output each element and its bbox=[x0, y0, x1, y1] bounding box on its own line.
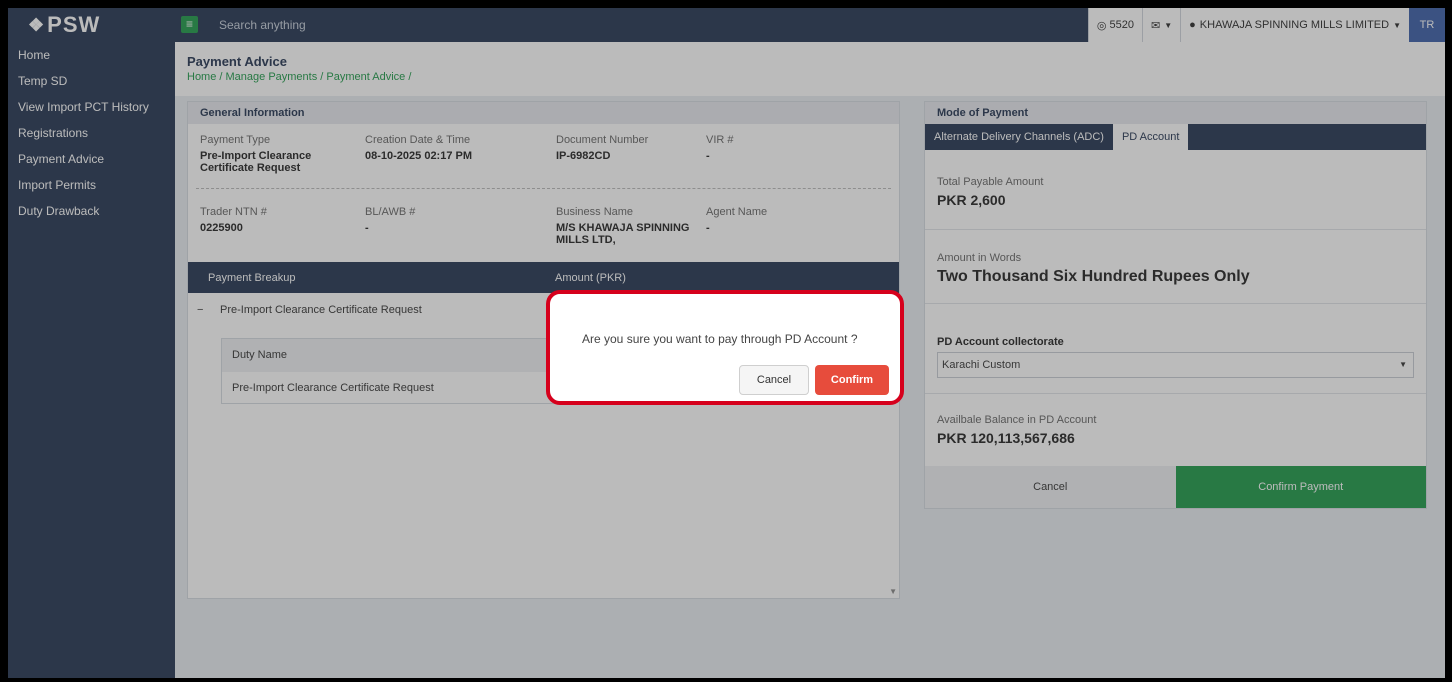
balance-section: Availbale Balance in PD Account PKR 120,… bbox=[925, 394, 1426, 468]
vir-value: - bbox=[706, 150, 710, 162]
business-name-label: Business Name bbox=[556, 206, 634, 218]
payment-type-field: Payment Type Pre-Import Clearance Certif… bbox=[200, 134, 365, 174]
document-number-value: IP-6982CD bbox=[556, 150, 611, 162]
avatar[interactable]: TR bbox=[1409, 8, 1445, 42]
trader-ntn-field: Trader NTN # 0225900 bbox=[200, 206, 365, 246]
logo-mark-icon: ❖ bbox=[28, 14, 46, 35]
payment-breakup-col: Payment Breakup bbox=[208, 272, 296, 284]
mode-of-payment-title: Mode of Payment bbox=[925, 102, 1426, 124]
points-indicator[interactable]: ◎ 5520 bbox=[1087, 8, 1142, 42]
vir-label: VIR # bbox=[706, 134, 734, 146]
amount-in-words-label: Amount in Words bbox=[937, 252, 1022, 264]
payment-footer: Cancel Confirm Payment bbox=[925, 466, 1426, 508]
payment-type-label: Payment Type bbox=[200, 134, 271, 146]
collectorate-select[interactable]: Karachi Custom ▼ bbox=[937, 352, 1414, 378]
amount-in-words-value: Two Thousand Six Hundred Rupees Only bbox=[937, 268, 1250, 285]
sidebar-item-registrations[interactable]: Registrations bbox=[8, 120, 175, 146]
payment-tabs: Alternate Delivery Channels (ADC) PD Acc… bbox=[925, 124, 1426, 150]
document-number-label: Document Number bbox=[556, 134, 649, 146]
info-row-2: Trader NTN # 0225900 BL/AWB # - Business… bbox=[200, 206, 890, 246]
company-dropdown[interactable]: ● KHAWAJA SPINNING MILLS LIMITED ▼ bbox=[1180, 8, 1409, 42]
total-payable-label: Total Payable Amount bbox=[937, 176, 1044, 188]
trader-ntn-value: 0225900 bbox=[200, 222, 243, 234]
chevron-down-icon: ▼ bbox=[1164, 20, 1173, 30]
creation-date-value: 08-10-2025 02:17 PM bbox=[365, 150, 473, 162]
total-payable-section: Total Payable Amount PKR 2,600 bbox=[925, 150, 1426, 230]
amount-col: Amount (PKR) bbox=[555, 272, 626, 284]
envelope-icon: ✉ bbox=[1151, 19, 1161, 32]
tab-adc[interactable]: Alternate Delivery Channels (ADC) bbox=[925, 124, 1113, 150]
hamburger-menu-icon[interactable]: ≡ bbox=[181, 16, 198, 33]
bl-awb-value: - bbox=[365, 222, 369, 234]
bl-awb-field: BL/AWB # - bbox=[365, 206, 556, 246]
page-title: Payment Advice bbox=[187, 54, 287, 69]
dialog-message: Are you sure you want to pay through PD … bbox=[582, 332, 858, 346]
sidebar-item-import-pct-history[interactable]: View Import PCT History bbox=[8, 94, 175, 120]
dialog-cancel-button[interactable]: Cancel bbox=[739, 365, 809, 395]
creation-date-field: Creation Date & Time 08-10-2025 02:17 PM bbox=[365, 134, 556, 174]
bl-awb-label: BL/AWB # bbox=[365, 206, 416, 218]
mode-of-payment-card: Mode of Payment Alternate Delivery Chann… bbox=[924, 101, 1427, 509]
sidebar: ❖ PSW Home Temp SD View Import PCT Histo… bbox=[8, 8, 175, 678]
breakup-row-label: Pre-Import Clearance Certificate Request bbox=[220, 304, 422, 316]
tab-pd-account[interactable]: PD Account bbox=[1112, 124, 1189, 150]
agent-name-field: Agent Name - bbox=[706, 206, 866, 246]
trader-ntn-label: Trader NTN # bbox=[200, 206, 267, 218]
sidebar-item-temp-sd[interactable]: Temp SD bbox=[8, 68, 175, 94]
agent-name-value: - bbox=[706, 222, 710, 234]
app-window: ❖ PSW Home Temp SD View Import PCT Histo… bbox=[8, 8, 1445, 678]
search-input[interactable] bbox=[219, 15, 619, 35]
brand-name: PSW bbox=[47, 12, 101, 37]
company-name: KHAWAJA SPINNING MILLS LIMITED bbox=[1199, 19, 1390, 31]
agent-name-label: Agent Name bbox=[706, 206, 768, 218]
document-number-field: Document Number IP-6982CD bbox=[556, 134, 706, 174]
creation-date-label: Creation Date & Time bbox=[365, 134, 471, 146]
payment-breakup-header: Payment Breakup Amount (PKR) bbox=[188, 262, 899, 293]
business-name-value: M/S KHAWAJA SPINNING MILLS LTD, bbox=[556, 222, 690, 246]
topbar-actions: ◎ 5520 ✉ ▼ ● KHAWAJA SPINNING MILLS LIMI… bbox=[1087, 8, 1445, 42]
general-information-title: General Information bbox=[188, 102, 899, 124]
business-name-field: Business Name M/S KHAWAJA SPINNING MILLS… bbox=[556, 206, 706, 246]
content-header: Payment Advice Home / Manage Payments / … bbox=[175, 42, 1445, 96]
dialog-confirm-button[interactable]: Confirm bbox=[815, 365, 889, 395]
cancel-payment-button[interactable]: Cancel bbox=[925, 466, 1176, 508]
confirm-dialog: Are you sure you want to pay through PD … bbox=[546, 290, 904, 405]
avatar-initials: TR bbox=[1419, 19, 1435, 31]
points-icon: ◎ bbox=[1096, 19, 1107, 32]
sidebar-item-duty-drawback[interactable]: Duty Drawback bbox=[8, 198, 175, 224]
messages-dropdown[interactable]: ✉ ▼ bbox=[1142, 8, 1181, 42]
section-divider bbox=[196, 188, 891, 189]
confirm-payment-button[interactable]: Confirm Payment bbox=[1175, 466, 1426, 508]
user-icon: ● bbox=[1189, 19, 1196, 31]
chevron-down-icon: ▼ bbox=[1393, 20, 1401, 30]
chevron-down-icon: ▼ bbox=[1399, 360, 1407, 369]
balance-value: PKR 120,113,567,686 bbox=[937, 430, 1075, 446]
collapse-toggle-icon[interactable]: − bbox=[197, 304, 203, 316]
scroll-down-icon[interactable]: ▼ bbox=[889, 587, 897, 596]
balance-label: Availbale Balance in PD Account bbox=[937, 414, 1097, 426]
info-row-1: Payment Type Pre-Import Clearance Certif… bbox=[200, 134, 890, 174]
collectorate-value: Karachi Custom bbox=[942, 359, 1021, 371]
vir-field: VIR # - bbox=[706, 134, 866, 174]
breadcrumb[interactable]: Home / Manage Payments / Payment Advice … bbox=[187, 71, 1445, 83]
collectorate-section: PD Account collectorate Karachi Custom ▼ bbox=[925, 304, 1426, 394]
collectorate-label: PD Account collectorate bbox=[937, 336, 1064, 348]
sidebar-item-home[interactable]: Home bbox=[8, 42, 175, 68]
psw-logo[interactable]: ❖ PSW bbox=[8, 8, 175, 42]
sidebar-item-import-permits[interactable]: Import Permits bbox=[8, 172, 175, 198]
payment-type-value: Pre-Import Clearance Certificate Request bbox=[200, 150, 312, 174]
points-count: 5520 bbox=[1109, 19, 1134, 31]
topbar: ≡ ◎ 5520 ✉ ▼ ● KHAWAJA SPINNING MILLS LI… bbox=[175, 8, 1445, 42]
total-payable-value: PKR 2,600 bbox=[937, 192, 1006, 208]
sidebar-item-payment-advice[interactable]: Payment Advice bbox=[8, 146, 175, 172]
amount-in-words-section: Amount in Words Two Thousand Six Hundred… bbox=[925, 230, 1426, 304]
